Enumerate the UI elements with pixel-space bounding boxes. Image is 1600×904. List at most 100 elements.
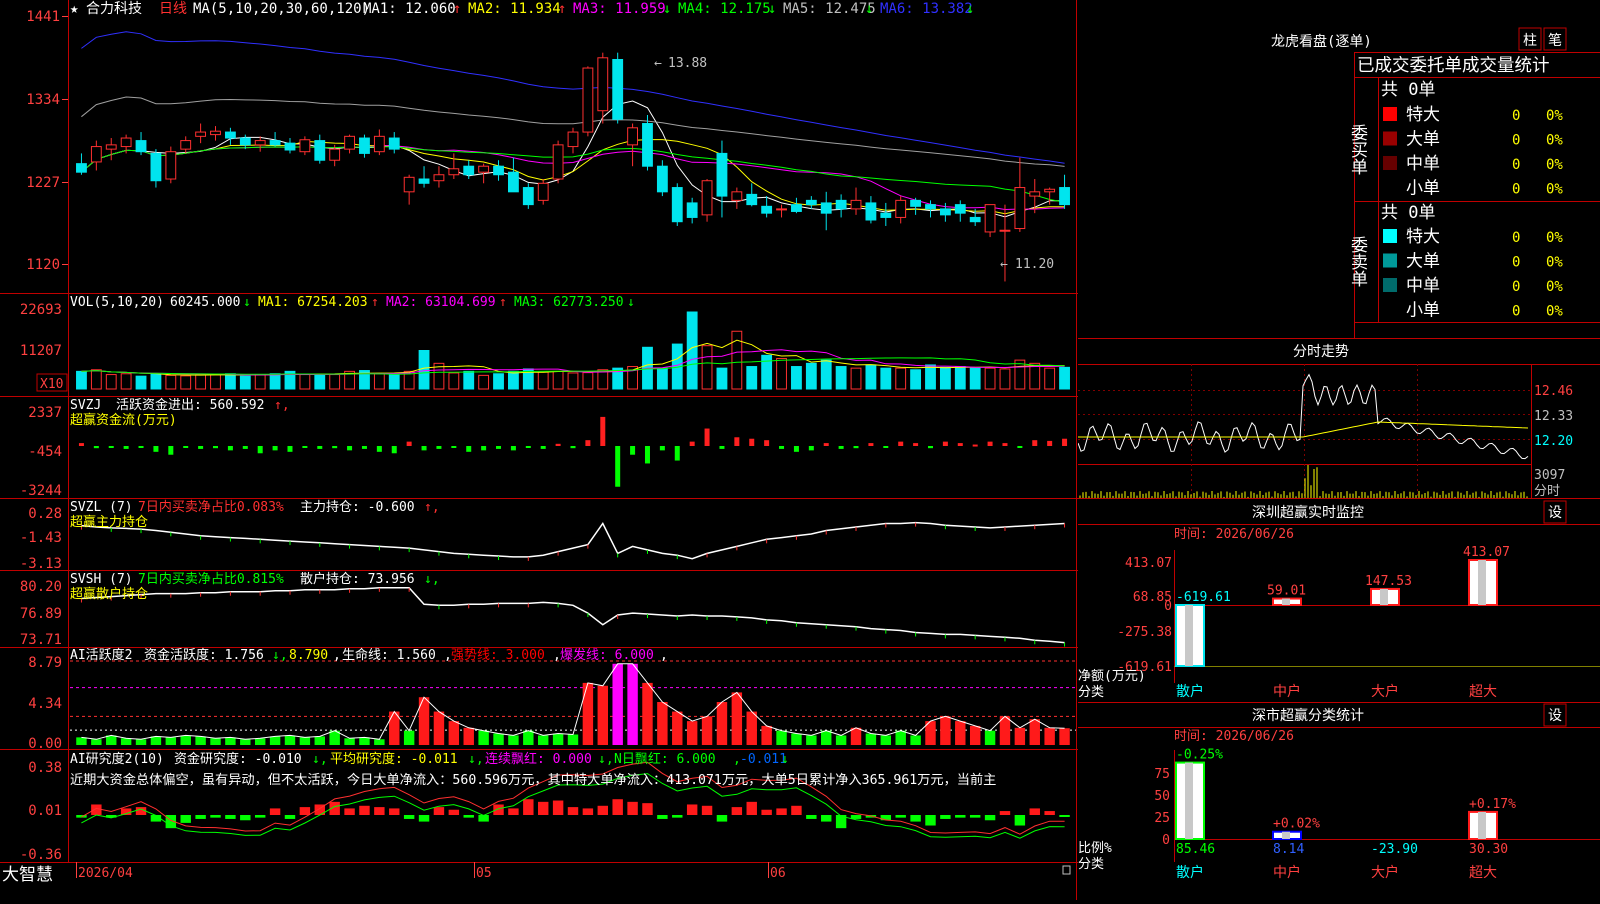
svzj-arrow: ↑, [274, 398, 290, 413]
volume-bar [418, 350, 430, 390]
ma2-value: MA2: 11.934 [468, 1, 561, 17]
candle [895, 199, 907, 218]
svzl-chart[interactable] [80, 521, 1066, 561]
ai1-chart[interactable] [70, 660, 1076, 745]
activity-bar [448, 721, 460, 745]
candle [642, 123, 653, 167]
candle [299, 139, 311, 153]
ma3-arrow: ↓ [663, 1, 671, 17]
candlestick-chart[interactable] [76, 31, 1070, 282]
svzj-bar [421, 446, 427, 451]
y-tick: 2337 [28, 405, 62, 421]
ma4-value: MA4: 12.175 [678, 1, 771, 17]
svzj-bar [689, 441, 695, 446]
candle [165, 151, 177, 180]
svzj-chart[interactable] [78, 416, 1068, 487]
candle [850, 199, 862, 210]
research-bar [1014, 815, 1026, 826]
research-bar [895, 815, 906, 818]
svzj-text: 活跃资金进出: 560.592 [116, 397, 264, 413]
volume-bar [254, 374, 266, 390]
longhu-title: 龙虎看盘(逐单) [1271, 33, 1372, 50]
order-count: 0 [1512, 279, 1520, 295]
candle [373, 135, 385, 153]
activity-bar [254, 738, 266, 745]
candle [1029, 191, 1041, 197]
candle [76, 163, 87, 173]
volume-bar [90, 369, 102, 390]
y-tick: 0.01 [28, 803, 62, 819]
activity-bar [701, 716, 713, 745]
svzj-y-axis: 2337 -454 -3244 [20, 405, 62, 499]
main-legend: ★ 合力科技 日线 MA(5,10,20,30,60,120) MA1: 12.… [70, 1, 974, 17]
ma-header: MA(5,10,20,30,60,120) [193, 1, 370, 17]
activity-bar [1029, 719, 1040, 745]
order-swatch [1383, 229, 1397, 243]
volume-chart[interactable] [76, 311, 1070, 390]
fenshi-chart[interactable] [1077, 373, 1529, 498]
vol-value: 60245.000 [170, 295, 240, 310]
volume-bar [448, 372, 460, 390]
class-bar-chart[interactable]: 85.46 -0.25% 8.14 +0.02% -23.90 30.30 +0.17% [1175, 748, 1516, 857]
candle [269, 140, 281, 146]
svsh-name: SVSH (7) [70, 572, 133, 587]
ai1-t3: 生命线: 1.560 [342, 647, 436, 663]
y-tick: 73.71 [20, 632, 62, 648]
activity-bar [895, 730, 906, 745]
y-tick: 1334 [26, 92, 60, 108]
vol-ma2-arrow: ↑ [499, 295, 507, 310]
svzj-bar [570, 446, 576, 449]
svzj-bar [108, 446, 114, 448]
activity-bar [374, 739, 385, 745]
candle [210, 130, 221, 136]
volume-bar [150, 373, 162, 390]
svsh-y-axis: 80.20 76.89 73.71 [20, 579, 62, 648]
research-bar [955, 815, 966, 818]
left-chart-area[interactable]: 1441 1334 1227 1120 22693 11207 X10 2337… [0, 0, 1078, 900]
main-y-tickmarks [62, 16, 68, 265]
activity-bar [672, 711, 683, 745]
candle [537, 182, 549, 201]
sz-settings-label: 设 [1548, 505, 1562, 521]
activity-bar [761, 725, 772, 745]
activity-bar [269, 736, 281, 745]
svzj-bar [302, 446, 308, 448]
research-bar [597, 805, 609, 815]
order-pct: 0% [1546, 182, 1563, 198]
vol-legend: VOL(5,10,20) 60245.000 ↓ MA1: 67254.203 … [70, 295, 635, 310]
sz-y-axis: 413.07 68.85 0 -275.38 -619.61 [1117, 556, 1172, 675]
svsh-chart[interactable] [80, 587, 1066, 647]
candle [239, 137, 251, 146]
class-y-axis: 75 50 25 0 [1154, 767, 1170, 848]
candle [910, 199, 922, 207]
candle [656, 165, 668, 193]
sz-bar-shade [1478, 560, 1486, 605]
ma6-value: MA6: 13.382 [880, 1, 973, 17]
research-bar [91, 804, 102, 815]
candle [746, 193, 758, 206]
ma-line [81, 146, 1065, 203]
sz-value: 147.53 [1365, 574, 1412, 589]
candle [701, 180, 713, 216]
svzj-bar [585, 440, 591, 446]
research-bar [195, 815, 206, 819]
candle [418, 178, 430, 184]
activity-bar [955, 721, 966, 745]
svzj-bar [198, 446, 204, 449]
activity-bar [91, 739, 102, 745]
svzj-bar [123, 446, 129, 449]
volume-bar [210, 374, 221, 390]
svzj-bar [883, 446, 889, 448]
svzj-bar [272, 446, 278, 451]
candle [403, 176, 415, 193]
activity-bar [746, 711, 757, 745]
candle [224, 131, 236, 139]
volume-bar [969, 367, 981, 390]
candle [776, 208, 787, 211]
research-bar [344, 808, 355, 815]
activity-bar [791, 733, 802, 745]
candle [90, 146, 102, 163]
svzj-bar [808, 446, 814, 451]
y-tick: 1227 [26, 175, 60, 191]
candle [552, 144, 564, 180]
